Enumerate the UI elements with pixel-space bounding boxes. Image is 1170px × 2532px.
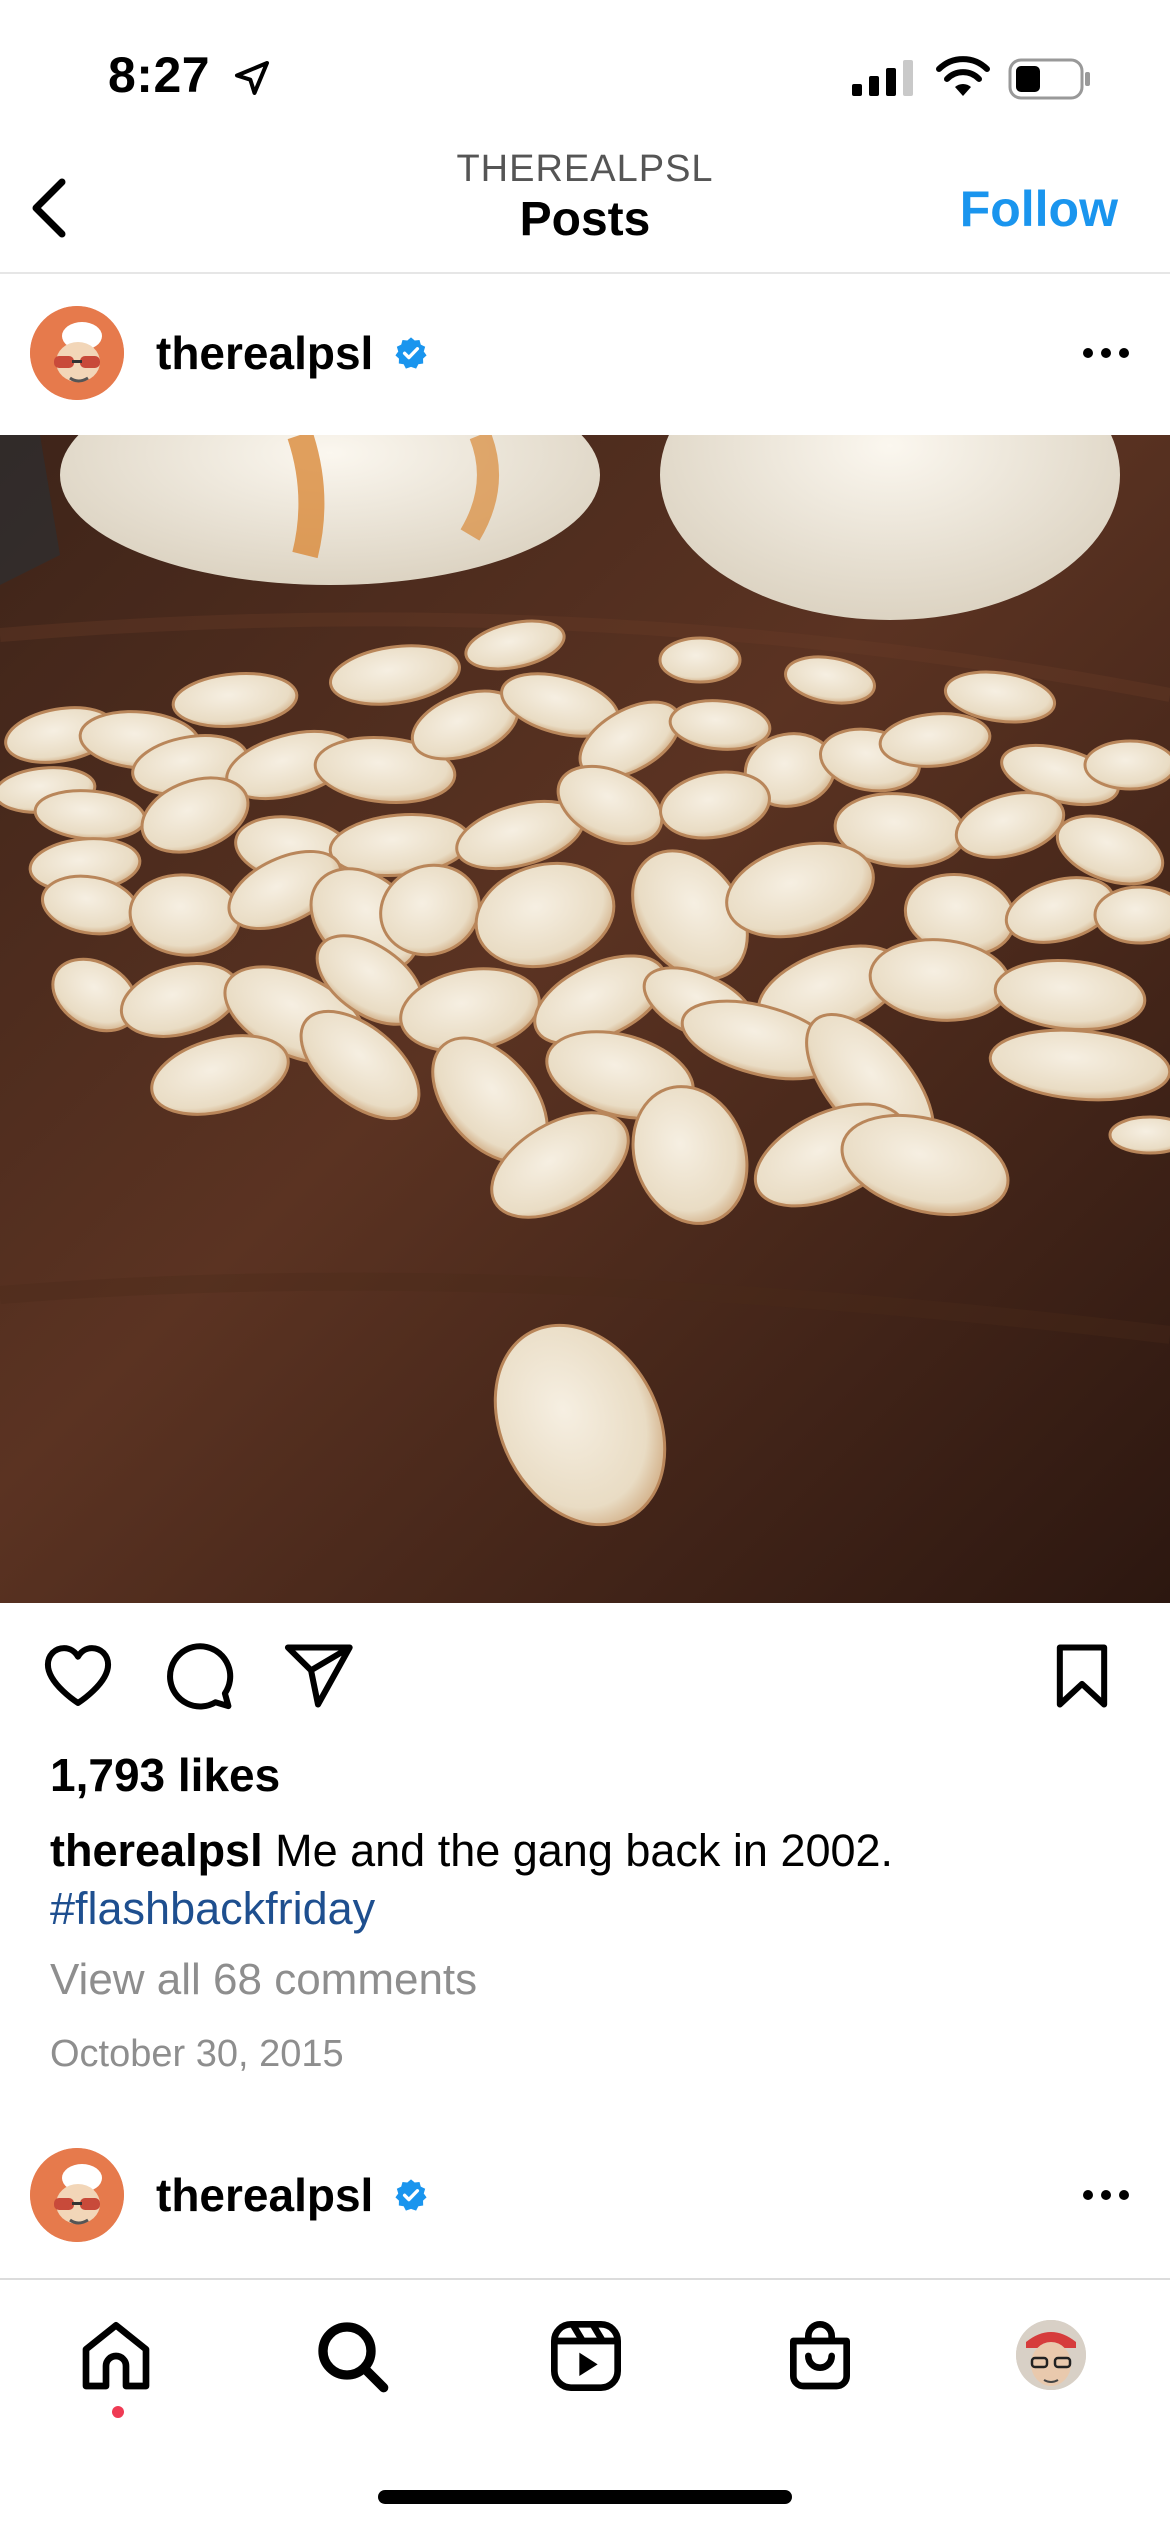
next-post-username[interactable]: therealpsl xyxy=(156,2168,373,2222)
verified-badge-icon xyxy=(395,2179,427,2211)
header-divider xyxy=(0,272,1170,274)
caption-hashtag[interactable]: #flashbackfriday xyxy=(50,1883,375,1934)
profile-avatar[interactable] xyxy=(1016,2320,1086,2390)
caption-text: Me and the gang back in 2002. xyxy=(262,1825,894,1876)
home-icon[interactable] xyxy=(76,2316,156,2396)
battery-icon xyxy=(1008,58,1090,100)
shop-icon[interactable] xyxy=(780,2316,860,2396)
signal-icon xyxy=(852,60,913,96)
verified-badge-icon xyxy=(395,337,427,369)
follow-button[interactable]: Follow xyxy=(960,180,1118,238)
share-icon[interactable] xyxy=(280,1638,356,1714)
view-comments-link[interactable]: View all 68 comments xyxy=(50,1955,477,2005)
status-time: 8:27 xyxy=(108,47,211,103)
bookmark-icon[interactable] xyxy=(1044,1638,1120,1714)
location-arrow-icon xyxy=(235,61,269,95)
notification-dot xyxy=(112,2406,124,2418)
wifi-icon xyxy=(936,56,990,96)
caption-username[interactable]: therealpsl xyxy=(50,1825,263,1876)
reels-icon[interactable] xyxy=(546,2316,626,2396)
post-username[interactable]: therealpsl xyxy=(156,326,373,380)
post-date: October 30, 2015 xyxy=(50,2033,344,2075)
search-icon[interactable] xyxy=(312,2316,392,2396)
home-indicator xyxy=(378,2490,792,2504)
more-options-icon[interactable] xyxy=(1082,346,1130,360)
post-photo[interactable] xyxy=(0,435,1170,1603)
comment-icon[interactable] xyxy=(160,1638,236,1714)
heart-icon[interactable] xyxy=(40,1638,116,1714)
more-options-icon[interactable] xyxy=(1082,2188,1130,2202)
post-caption: therealpsl Me and the gang back in 2002.… xyxy=(50,1822,1130,1938)
post-author-avatar[interactable] xyxy=(30,306,124,400)
next-post-avatar[interactable] xyxy=(30,2148,124,2242)
likes-count[interactable]: 1,793 likes xyxy=(50,1748,280,1802)
